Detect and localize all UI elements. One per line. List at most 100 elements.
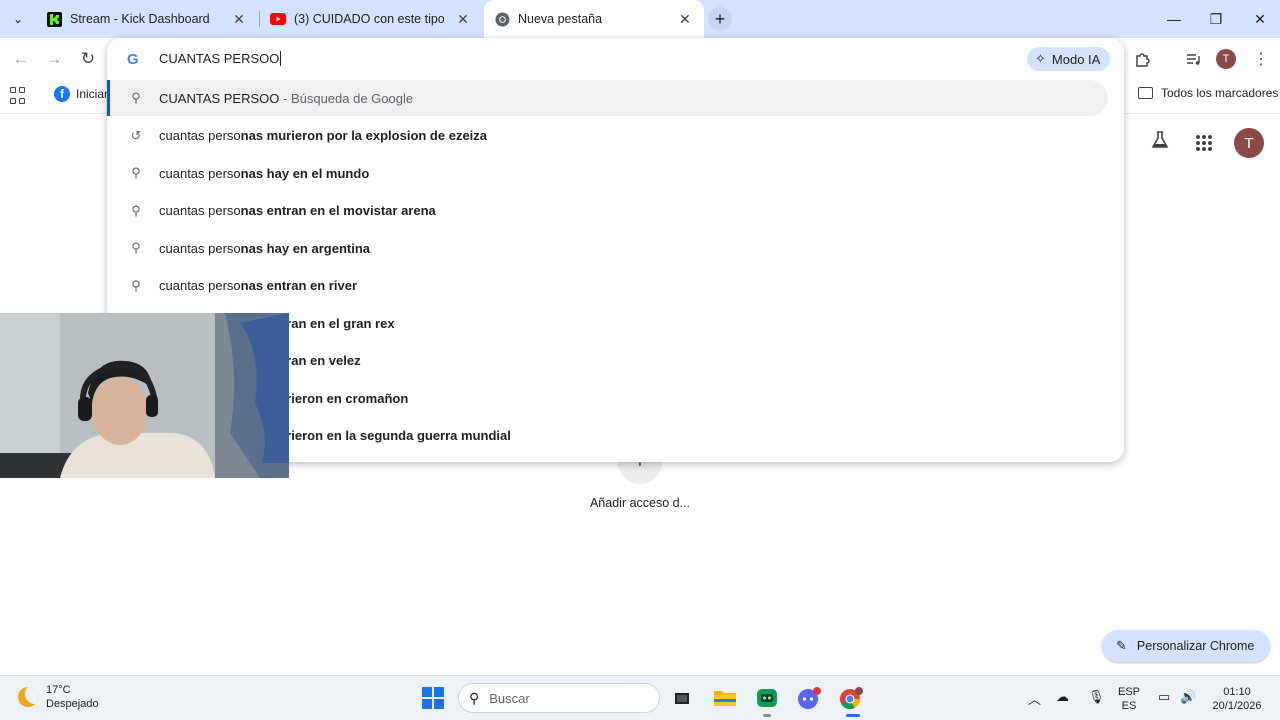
omnibox-suggestion[interactable]: ⚲ cuantas personas entran en river [107, 268, 1108, 304]
close-icon[interactable]: ✕ [676, 10, 694, 28]
folder-icon [714, 691, 736, 706]
weather-widget[interactable]: 17°C Despejado [18, 683, 99, 711]
customize-chrome-button[interactable]: ✎ Personalizar Chrome [1102, 630, 1271, 662]
display-icon[interactable]: ▭ [1158, 689, 1170, 705]
google-g-icon: G [127, 51, 139, 68]
history-icon: ↺ [130, 127, 142, 143]
google-apps-button[interactable] [1195, 134, 1213, 157]
chrome-icon [494, 11, 510, 27]
close-icon[interactable]: ✕ [454, 10, 472, 28]
tab-new-tab[interactable]: Nueva pestaña ✕ [484, 0, 704, 38]
tab-kick-dashboard[interactable]: Stream - Kick Dashboard ✕ [36, 0, 258, 38]
volume-icon[interactable]: 🔊 [1180, 689, 1196, 705]
suggestion-text: cuantas personas murieron por la explosi… [159, 128, 487, 143]
suggestion-completion: nas murieron por la explosion de ezeiza [240, 128, 488, 143]
arrow-left-icon: ← [12, 49, 30, 68]
running-indicator [763, 714, 771, 717]
suggestion-prefix: cuantas perso [159, 203, 241, 218]
suggestion-text: cuantas personas hay en argentina [159, 241, 370, 256]
omnibox-suggestion[interactable]: ⚲ cuantas personas entran en el movistar … [107, 193, 1108, 229]
search-icon: ⚲ [469, 689, 480, 706]
clock[interactable]: 01:10 20/1/2026 [1204, 685, 1270, 713]
restore-button[interactable]: ❐ [1194, 0, 1238, 38]
omnibox-input[interactable]: CUANTAS PERSOO [159, 51, 282, 66]
suggestion-completion: nas entran en river [240, 278, 357, 293]
suggestion-prefix: cuantas perso [159, 128, 241, 143]
arrow-right-icon: → [45, 49, 63, 68]
menu-button[interactable]: ⋮ [1248, 46, 1274, 72]
suggestion-text: cuantas personas hay en el mundo [159, 166, 369, 181]
ai-mode-label: Modo IA [1051, 51, 1101, 67]
tray-overflow-chevron-icon[interactable]: ︿ [1028, 689, 1041, 708]
add-shortcut-label[interactable]: Añadir acceso d... [560, 496, 720, 510]
omnibox-suggestion[interactable]: ⚲ cuantas personas hay en el mundo [107, 155, 1108, 191]
microphone-icon[interactable]: 🎙 [1088, 689, 1105, 705]
folder-icon [1138, 87, 1153, 99]
moon-icon [18, 687, 38, 707]
webcam-feed-image [0, 313, 289, 478]
all-bookmarks-button[interactable]: Todos los marcadores [1138, 86, 1278, 100]
tab-search-chevron-icon[interactable]: ⌄ [6, 7, 30, 31]
sparkle-search-icon: ✧ [1035, 51, 1046, 66]
omnibox-text: CUANTAS PERSOO [159, 51, 280, 66]
taskbar-chrome[interactable] [838, 685, 864, 711]
media-controls-button[interactable] [1180, 46, 1206, 72]
taskbar-file-explorer[interactable] [712, 685, 738, 711]
suggestion-prefix: cuantas perso [159, 278, 241, 293]
temperature: 17°C [46, 684, 71, 696]
apps-grid-icon [1196, 135, 1212, 151]
weather-condition: Despejado [46, 698, 99, 710]
search-icon: ⚲ [131, 277, 141, 293]
taskbar-discord[interactable] [796, 685, 822, 711]
language-indicator[interactable]: ESP ES [1114, 685, 1144, 713]
more-vert-icon: ⋮ [1253, 51, 1269, 68]
suggestion-prefix: cuantas perso [159, 240, 241, 256]
suggestion-suffix: - Búsqueda de Google [279, 90, 414, 106]
close-icon[interactable]: ✕ [230, 10, 248, 28]
restore-icon: ❐ [1209, 10, 1223, 27]
omnibox-suggestion[interactable]: ⚲ cuantas personas hay en argentina [107, 230, 1108, 266]
bookmark-facebook[interactable]: f Iniciar [54, 86, 108, 102]
search-icon: ⚲ [131, 165, 141, 180]
reload-icon: ↻ [80, 49, 96, 68]
customize-label: Personalizar Chrome [1136, 639, 1255, 653]
omnibox-input-row[interactable]: G CUANTAS PERSOO ✧ Modo IA [107, 38, 1124, 80]
clock-date: 20/1/2026 [1212, 700, 1262, 712]
omnibox-suggestion[interactable]: ↺ cuantas personas murieron por la explos… [107, 118, 1108, 154]
flask-icon [1151, 131, 1169, 148]
new-tab-button[interactable]: + [708, 7, 732, 31]
suggestion-prefix: CUANTAS PERSOO [159, 90, 280, 106]
windows-taskbar: 17°C Despejado ⚲ Buscar ︿ ☁ 🎙 ESP ES ▭ 🔊… [0, 675, 1280, 720]
back-button[interactable]: ← [8, 46, 34, 72]
suggestion-text: cuantas personas entran en el movistar a… [159, 203, 436, 218]
language-line1: ESP [1117, 686, 1140, 698]
labs-button[interactable] [1150, 130, 1170, 155]
taskbar-app-green[interactable] [754, 685, 780, 711]
text-caret [280, 51, 282, 66]
omnibox-suggestion[interactable]: ⚲ CUANTAS PERSOO - Búsqueda de Google [107, 80, 1108, 116]
forward-button[interactable]: → [41, 46, 67, 72]
reload-button[interactable]: ↻ [75, 46, 101, 72]
facebook-icon: f [54, 86, 70, 102]
extensions-button[interactable] [1130, 46, 1156, 72]
suggestion-text: CUANTAS PERSOO - Búsqueda de Google [159, 91, 413, 106]
suggestion-text: cuantas personas entran en river [159, 278, 357, 293]
profile-avatar[interactable]: T [1216, 49, 1236, 69]
search-icon: ⚲ [131, 90, 141, 105]
apps-grid-icon[interactable] [10, 87, 28, 105]
suggestion-prefix: cuantas perso [159, 165, 241, 181]
suggestion-completion: nas hay en el mundo [240, 165, 370, 181]
google-account-avatar[interactable]: T [1234, 128, 1264, 158]
onedrive-cloud-icon[interactable]: ☁ [1056, 689, 1069, 705]
ai-mode-button[interactable]: ✧ Modo IA [1027, 47, 1111, 71]
taskbar-search-input[interactable]: ⚲ Buscar [458, 683, 660, 713]
close-window-button[interactable]: ✕ [1238, 0, 1280, 38]
search-placeholder: Buscar [489, 690, 530, 706]
start-button[interactable] [420, 685, 446, 711]
minimize-button[interactable]: — [1152, 0, 1196, 38]
minimize-icon: — [1167, 11, 1181, 27]
taskbar-task-view[interactable] [669, 685, 695, 711]
plus-icon: + [714, 8, 726, 29]
clock-time: 01:10 [1223, 686, 1251, 698]
tab-youtube[interactable]: (3) CUIDADO con este tipo de A ✕ [260, 0, 482, 38]
